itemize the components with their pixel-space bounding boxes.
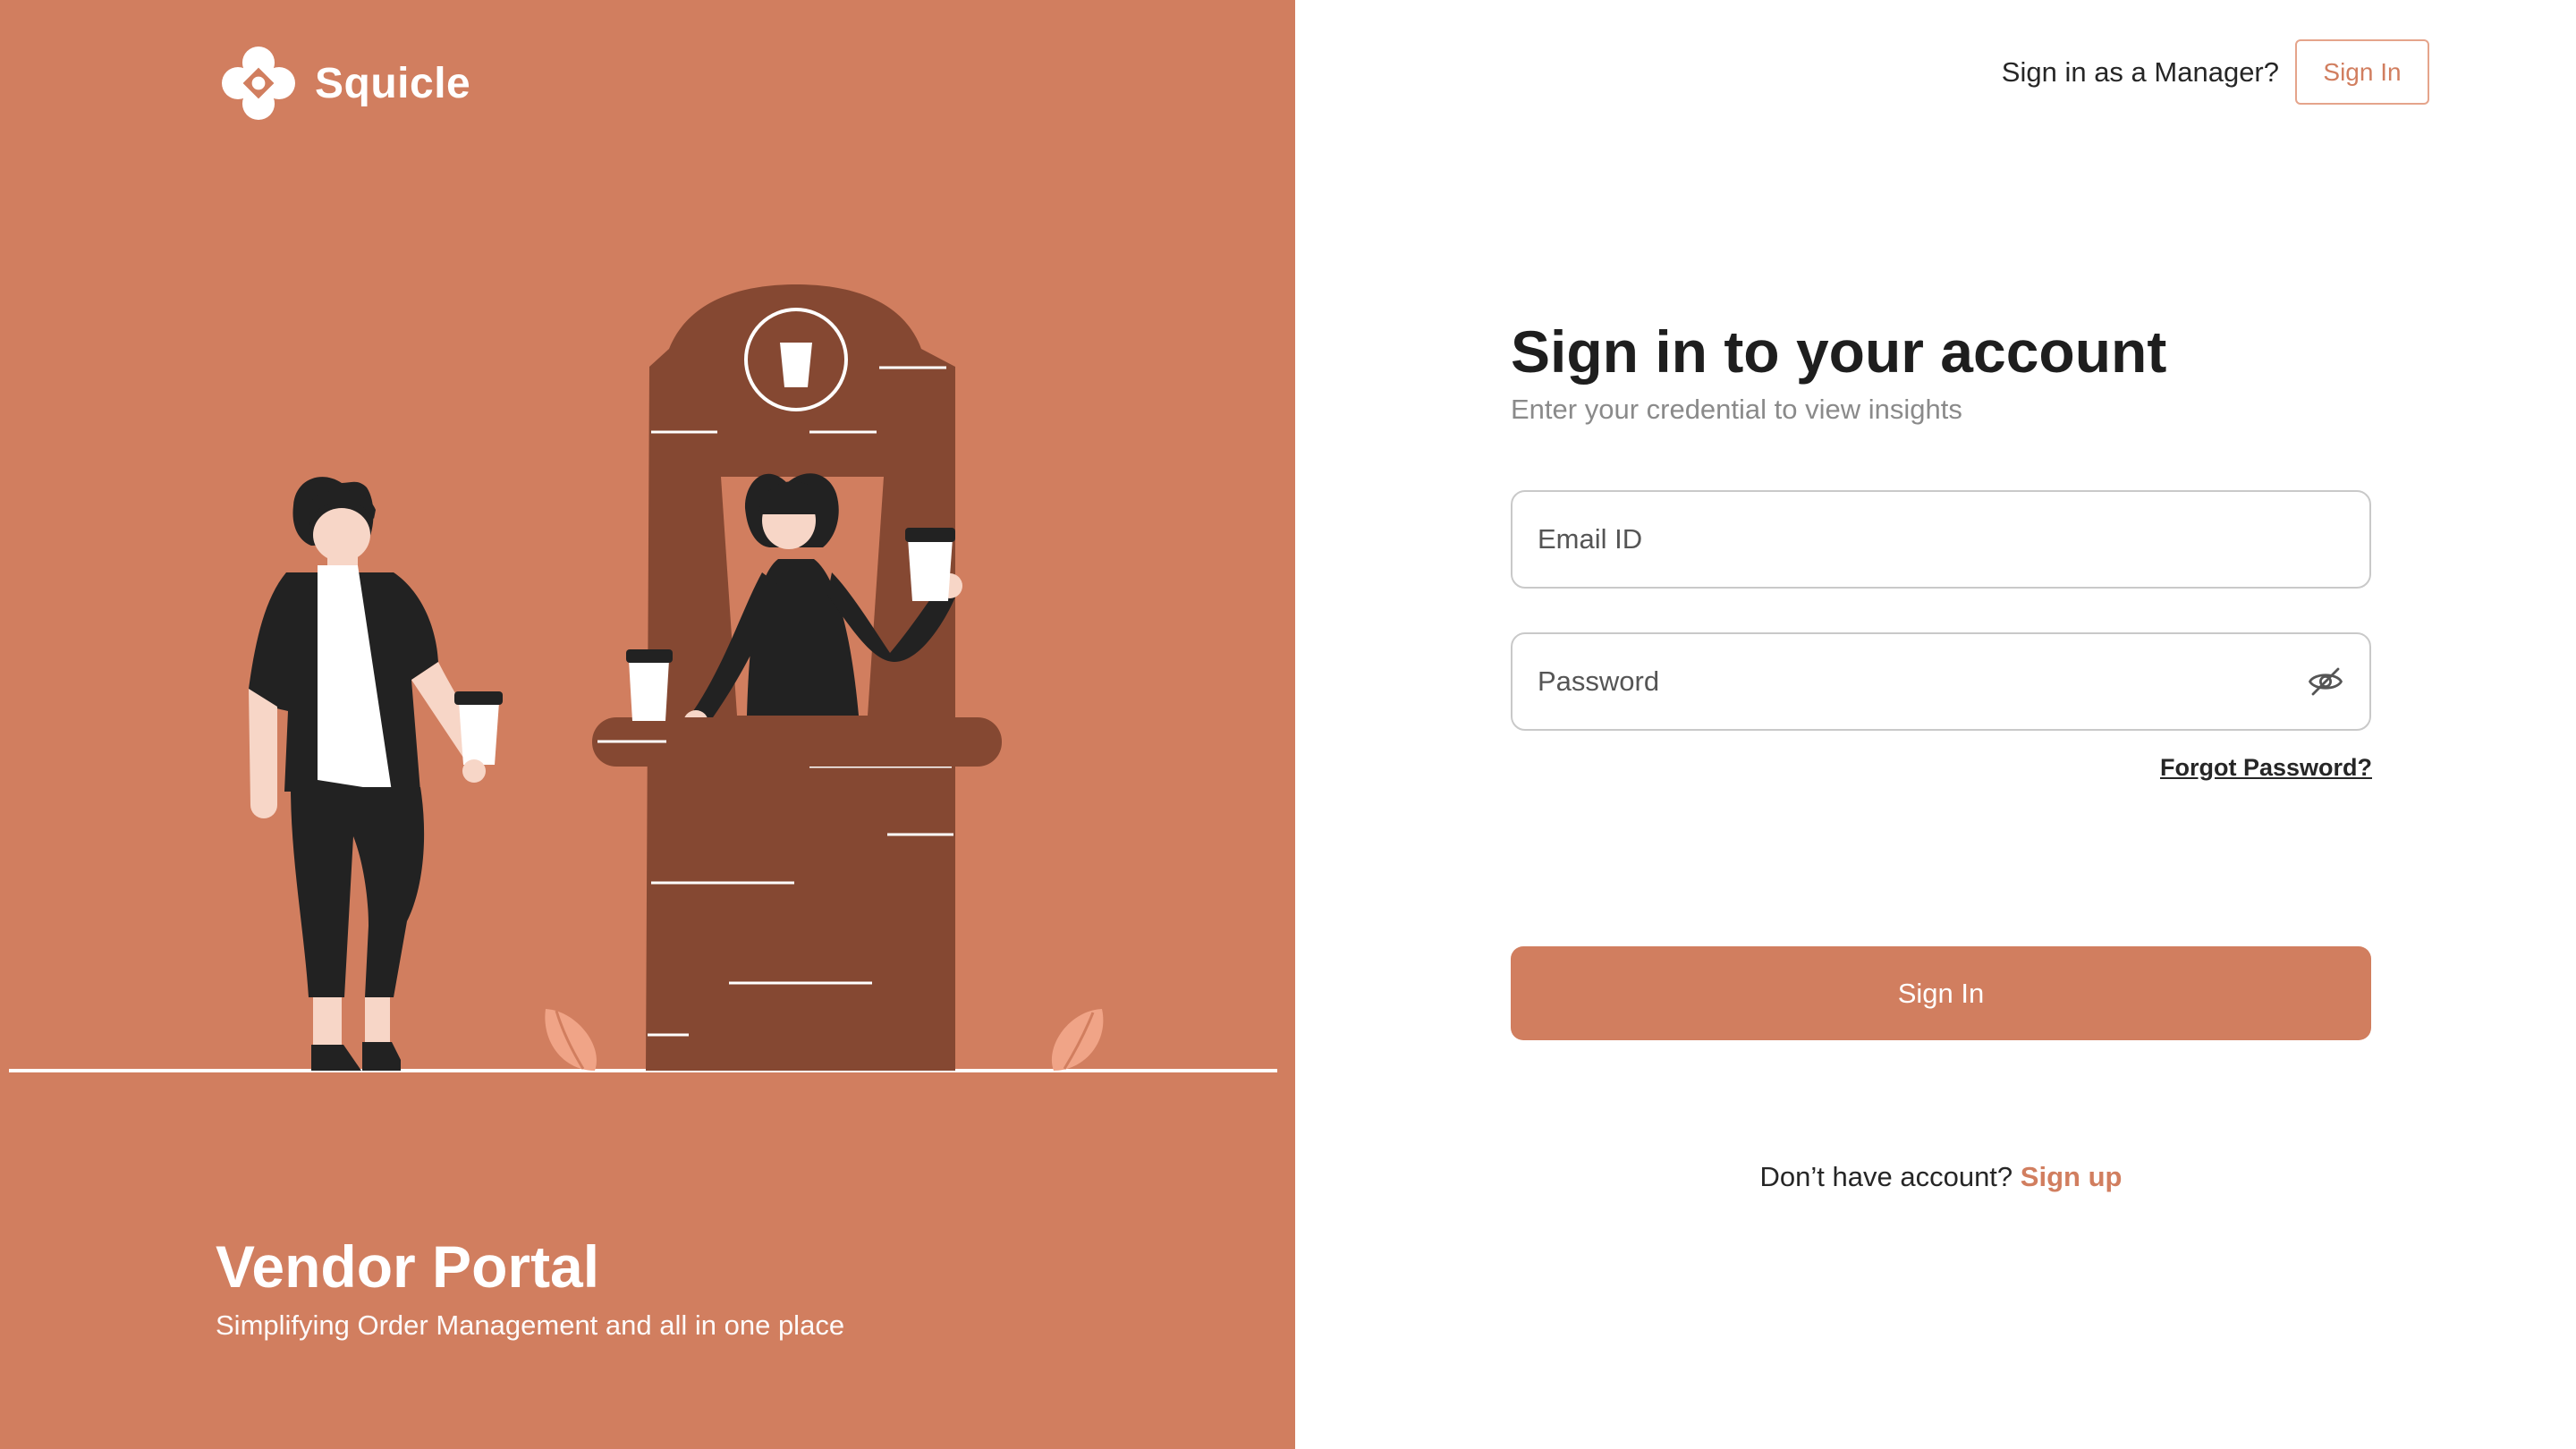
signup-prompt: Don’t have account? (1759, 1161, 2013, 1192)
counter-cup (629, 660, 669, 721)
manager-signin-prompt: Sign in as a Manager? (2001, 55, 2279, 88)
eye-off-icon[interactable] (2307, 663, 2344, 700)
portal-title: Vendor Portal (216, 1233, 600, 1300)
page-title: Sign in to your account (1511, 318, 2167, 385)
leaf-left-icon (545, 1009, 597, 1071)
signin-button[interactable]: Sign In (1511, 946, 2371, 1040)
customer-figure (249, 477, 503, 1071)
coffee-booth-illustration (9, 284, 1277, 1072)
email-field[interactable] (1511, 490, 2371, 589)
brand-logo-icon (222, 47, 295, 120)
brand[interactable]: Squicle (222, 47, 470, 120)
email-input[interactable] (1538, 523, 2344, 555)
password-field[interactable] (1511, 632, 2371, 731)
manager-signin-row: Sign in as a Manager? Sign In (2002, 39, 2429, 105)
portal-subtitle: Simplifying Order Management and all in … (216, 1309, 845, 1341)
brand-name: Squicle (315, 59, 471, 107)
manager-signin-button[interactable]: Sign In (2295, 39, 2429, 105)
page-subtitle: Enter your credential to view insights (1511, 394, 1962, 425)
forgot-password-link[interactable]: Forgot Password? (2160, 754, 2372, 782)
leaf-right-icon (1051, 1009, 1104, 1071)
signin-panel: Sign in as a Manager? Sign In Sign in to… (1295, 0, 2576, 1449)
signup-link[interactable]: Sign up (2021, 1161, 2123, 1192)
password-input[interactable] (1538, 665, 2307, 698)
signup-row: Don’t have account? Sign up (1511, 1161, 2371, 1193)
hero-panel: Squicle Vendor Portal Simplifying Order … (0, 0, 1295, 1449)
